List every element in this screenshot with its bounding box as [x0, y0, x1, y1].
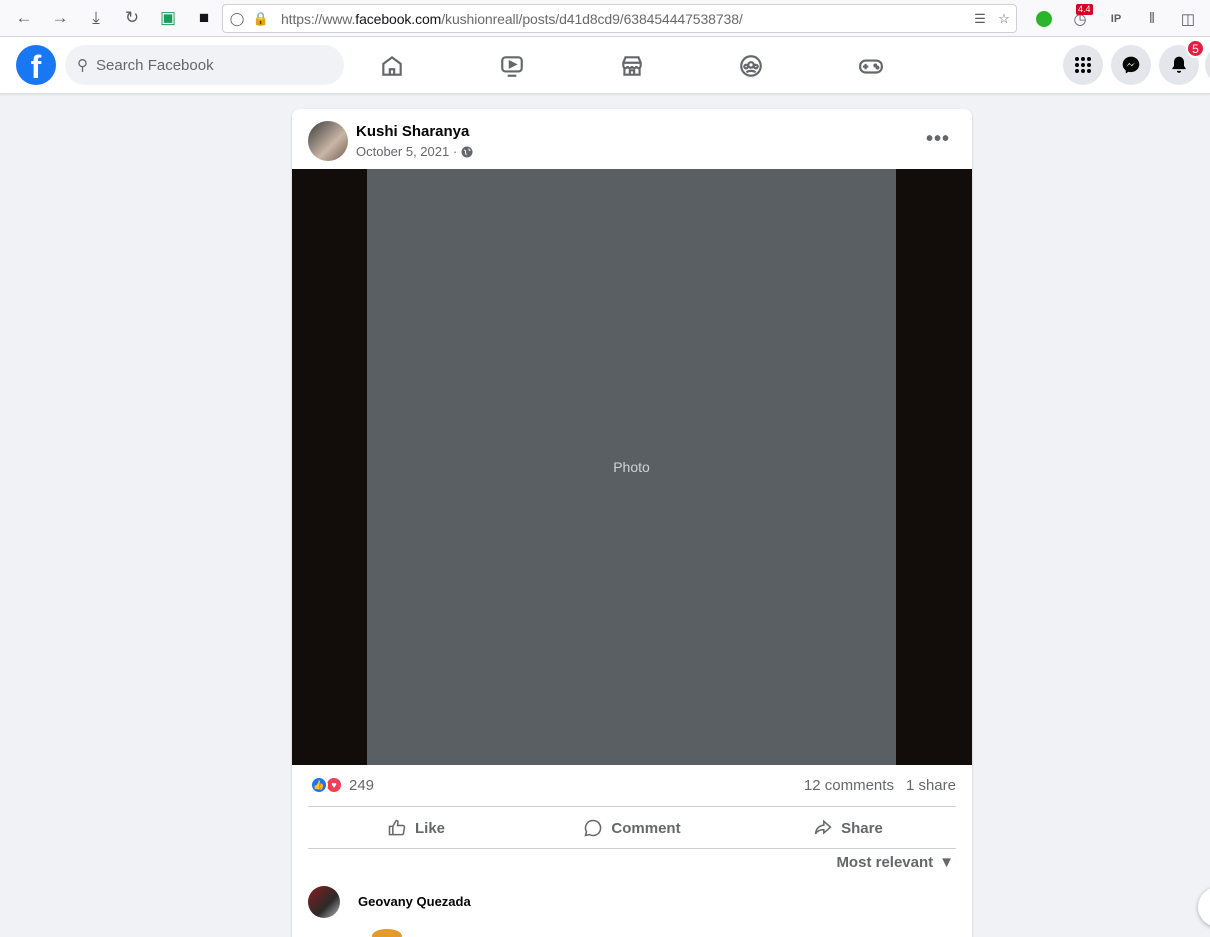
- photo-placeholder: Photo: [367, 169, 896, 765]
- share-icon: [814, 819, 832, 835]
- facebook-header: f ⚲ 5: [0, 37, 1210, 94]
- sort-label: Most relevant: [836, 854, 934, 871]
- search-icon: ⚲: [77, 57, 88, 74]
- nav-groups[interactable]: [695, 37, 807, 94]
- nav-gaming[interactable]: [815, 37, 927, 94]
- like-label: Like: [414, 819, 445, 837]
- comment-sort-dropdown[interactable]: Most relevant ▼: [836, 854, 954, 871]
- extension-badge: 4.4: [1076, 4, 1093, 15]
- author-avatar[interactable]: [308, 121, 348, 161]
- comments-count[interactable]: 12 comments: [804, 777, 894, 794]
- messenger-icon: [1122, 56, 1140, 74]
- shield-icon[interactable]: ◯: [225, 5, 249, 32]
- reload-icon[interactable]: ↻: [114, 0, 150, 37]
- post-actions: Like Comment Share: [308, 808, 956, 848]
- comment-sticker: [372, 929, 402, 937]
- back-icon[interactable]: ←: [6, 0, 42, 37]
- url-text[interactable]: https://www.facebook.com/kushionreall/po…: [281, 11, 743, 27]
- translate-icon[interactable]: ☰: [968, 5, 992, 32]
- account-button[interactable]: [1205, 45, 1210, 85]
- reaction-summary[interactable]: 👍 ♥ 249: [310, 776, 374, 794]
- nav-watch[interactable]: [456, 37, 568, 94]
- post-stats: 12 comments 1 share: [804, 777, 956, 794]
- home-icon: [382, 55, 402, 76]
- facebook-logo[interactable]: f: [16, 45, 56, 85]
- address-bar[interactable]: ◯ 🔒 https://www.facebook.com/kushionreal…: [222, 4, 1017, 33]
- groups-icon: [740, 54, 762, 77]
- messenger-button[interactable]: [1111, 45, 1151, 85]
- divider: [308, 848, 956, 849]
- notification-badge: 5: [1186, 39, 1205, 58]
- gaming-icon: [859, 59, 883, 74]
- extension-icon[interactable]: ▣: [150, 0, 186, 37]
- more-options-button[interactable]: •••: [922, 123, 954, 155]
- comment-icon: [584, 819, 602, 837]
- shares-count[interactable]: 1 share: [906, 777, 956, 794]
- comment-label: Comment: [611, 819, 681, 837]
- grid-icon: [1075, 57, 1091, 73]
- search-bar[interactable]: ⚲: [65, 45, 344, 85]
- post-timestamp[interactable]: October 5, 2021 ·: [356, 144, 473, 159]
- like-reaction-icon: 👍: [310, 776, 328, 794]
- extension-icon[interactable]: [1026, 0, 1062, 37]
- sidebar-icon[interactable]: ◫: [1170, 0, 1206, 37]
- nav-home[interactable]: [336, 37, 448, 94]
- share-label: Share: [841, 819, 883, 837]
- browser-toolbar: ← → ⤓ ↻ ▣ ■ ◯ 🔒 https://www.facebook.com…: [0, 0, 1210, 37]
- new-message-button[interactable]: [1198, 887, 1210, 927]
- share-button[interactable]: Share: [740, 808, 956, 848]
- photo-label: Photo: [613, 459, 650, 475]
- caret-down-icon: ▼: [939, 854, 954, 871]
- extension-icon[interactable]: IP: [1098, 0, 1134, 37]
- divider: [308, 806, 956, 807]
- menu-button[interactable]: [1063, 45, 1103, 85]
- watch-icon: [501, 55, 523, 77]
- reaction-count[interactable]: 249: [349, 777, 374, 794]
- forward-icon[interactable]: →: [42, 0, 78, 37]
- download-icon[interactable]: ⤓: [78, 0, 114, 37]
- extension-icon[interactable]: ◷ 4.4: [1062, 0, 1098, 37]
- comment-button[interactable]: Comment: [524, 808, 740, 848]
- post-card: Kushi Sharanya October 5, 2021 · ••• Pho…: [292, 109, 972, 937]
- thumbs-up-icon: [388, 819, 406, 836]
- extension-icon[interactable]: ■: [186, 0, 222, 37]
- notifications-button[interactable]: 5: [1159, 39, 1205, 85]
- library-icon[interactable]: ‖: [1134, 0, 1170, 37]
- commenter-avatar[interactable]: [308, 886, 340, 918]
- post-image[interactable]: Photo: [292, 169, 972, 765]
- bell-icon: [1172, 56, 1186, 73]
- lock-icon[interactable]: 🔒: [249, 5, 273, 32]
- search-input[interactable]: [96, 56, 316, 74]
- post-date-text[interactable]: October 5, 2021 ·: [356, 144, 457, 159]
- post-author[interactable]: Kushi Sharanya: [356, 123, 469, 140]
- globe-icon: [461, 146, 473, 158]
- like-button[interactable]: Like: [308, 808, 524, 848]
- marketplace-icon: [622, 55, 642, 76]
- nav-marketplace[interactable]: [576, 37, 688, 94]
- star-icon[interactable]: ☆: [992, 5, 1016, 32]
- commenter-name[interactable]: Geovany Quezada: [358, 894, 471, 909]
